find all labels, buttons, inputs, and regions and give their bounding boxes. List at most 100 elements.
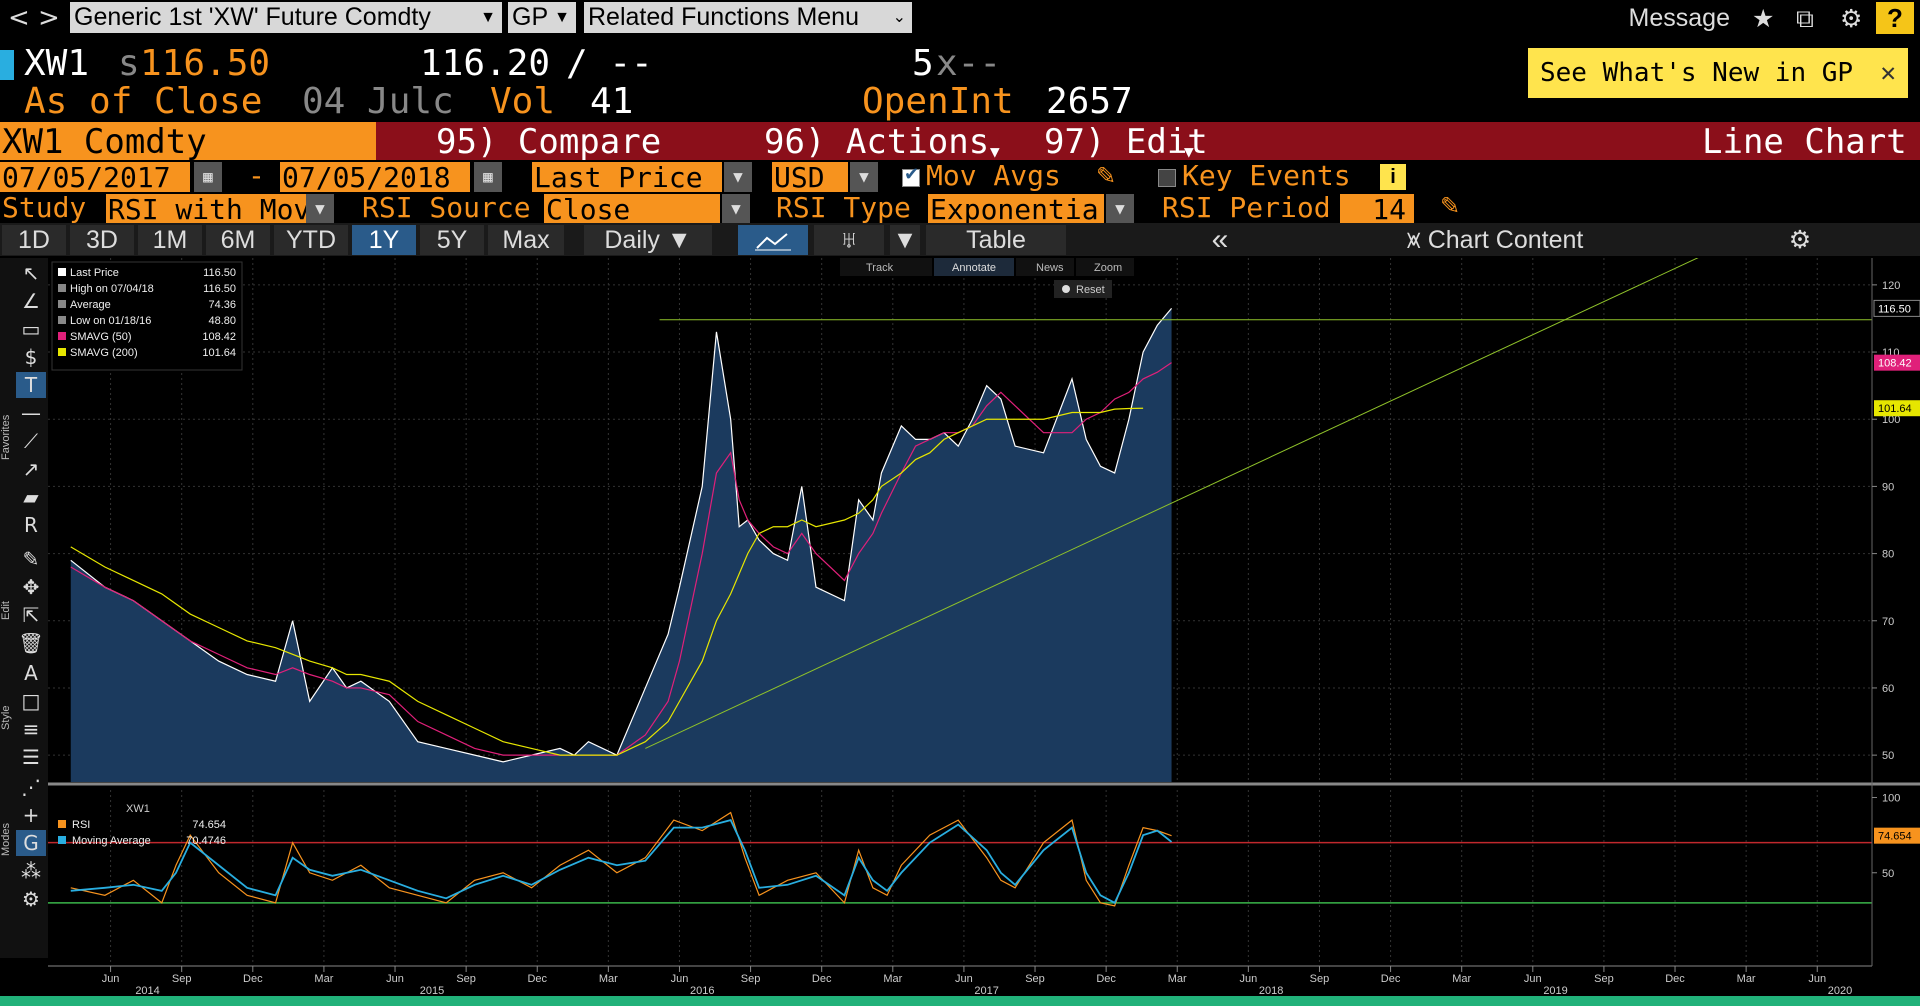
whats-new-banner[interactable]: See What's New in GP ✕ (1528, 48, 1908, 98)
snap-mode-icon[interactable]: G (16, 830, 46, 856)
chevron-down-icon[interactable]: ▼ (724, 162, 752, 192)
x-month-label: Jun (386, 973, 404, 985)
end-date-field[interactable]: 07/05/2018 (280, 162, 470, 192)
palette-icon[interactable]: ⁂ (16, 858, 46, 884)
legend-value: 74.36 (208, 299, 236, 311)
chevron-down-icon[interactable]: ▼ (850, 162, 878, 192)
status-strip (0, 996, 1920, 1006)
study-select[interactable]: RSI with Mov (106, 194, 306, 224)
trendline-icon[interactable]: ⟋ (16, 428, 46, 454)
collapse-panel-button[interactable]: « (1170, 225, 1270, 255)
last-value-label: 101.64 (1878, 403, 1912, 415)
field-select[interactable]: Last Price (532, 162, 722, 192)
chevron-down-icon: ▼ (480, 9, 496, 26)
tab-period-max[interactable]: Max (488, 225, 564, 255)
chevron-down-icon: ▼ (892, 226, 918, 254)
text-tool-icon[interactable]: T (16, 372, 46, 398)
trash-icon[interactable]: 🗑 (16, 630, 46, 656)
pencil-icon[interactable]: ✎ (1440, 192, 1460, 220)
rsi-period-label: RSI Period (1162, 191, 1331, 224)
key-events-checkbox[interactable] (1158, 169, 1176, 187)
info-icon[interactable]: i (1380, 164, 1406, 190)
tab-period-3d[interactable]: 3D (70, 225, 134, 255)
select-icon[interactable]: ⇱ (16, 602, 46, 628)
security-combo[interactable]: Generic 1st 'XW' Future Comdty ▼ (70, 2, 502, 33)
legend-swatch (58, 348, 66, 356)
chevron-down-icon[interactable]: ▼ (722, 194, 750, 224)
chevron-down-icon[interactable]: ▼ (306, 194, 334, 224)
chart-area[interactable]: Jun Sep Dec Mar Jun Sep Dec Mar Jun Sep Dec Mar Jun S… (48, 258, 1920, 996)
pencil-icon[interactable]: ✎ (1096, 162, 1116, 190)
related-functions-menu[interactable]: Related Functions Menu ⌄ (584, 2, 912, 33)
chevron-down-icon[interactable]: ▼ (1106, 194, 1134, 224)
toolbar-settings-gear-icon[interactable]: ⚙ (16, 886, 46, 912)
chevron-down-icon: ▼ (666, 226, 692, 254)
study-label: Study (2, 191, 87, 224)
calendar-icon[interactable]: ▦ (474, 162, 502, 192)
tab-period-1y[interactable]: 1Y (352, 225, 416, 255)
security-name[interactable]: XW1 Comdty (0, 122, 376, 162)
back-button[interactable]: < (8, 4, 30, 32)
mov-avgs-checkbox[interactable]: ✔ (902, 164, 920, 187)
crosshair-icon[interactable]: + (16, 802, 46, 828)
legend-value: 101.64 (202, 347, 236, 359)
x-month-label: Mar (314, 973, 333, 985)
line-width-icon[interactable]: ≡ (16, 716, 46, 742)
rsi-period-field[interactable]: 14 (1340, 194, 1414, 224)
channel-icon[interactable]: ▰ (16, 484, 46, 510)
table-button[interactable]: Table (926, 225, 1066, 255)
star-icon[interactable]: ★ (1752, 4, 1774, 33)
pointer-icon[interactable]: ↖ (16, 260, 46, 286)
size-x: x-- (936, 43, 1002, 84)
tab-period-ytd[interactable]: YTD (274, 225, 348, 255)
rsi-type-select[interactable]: Exponentia (928, 194, 1104, 224)
price-marker-icon[interactable]: $ (16, 344, 46, 370)
chart-style-dropdown[interactable]: ▼ (890, 225, 920, 255)
rsi-source-select[interactable]: Close (544, 194, 720, 224)
chart-settings-gear-icon[interactable]: ⚙ (1760, 225, 1840, 255)
chart-content-button[interactable]: ⩙ Chart Content (1370, 225, 1620, 255)
help-button[interactable]: ? (1876, 2, 1914, 34)
line-draw-icon[interactable]: ∠ (16, 288, 46, 314)
retracement-icon[interactable]: R (16, 512, 46, 538)
rsi-legend-label: RSI (72, 819, 90, 831)
calendar-icon[interactable]: ▦ (194, 162, 222, 192)
legend-label: High on 07/04/18 (70, 283, 154, 295)
price-legend: Last Price 116.50 High on 07/04/18 116.50 Av… (51, 261, 243, 371)
rsi-y-tick-label: 50 (1882, 868, 1894, 880)
fill-color-icon[interactable]: □ (16, 688, 46, 714)
tab-period-1d[interactable]: 1D (2, 225, 66, 255)
tab-period-5y[interactable]: 5Y (420, 225, 484, 255)
y-tick-label: 90 (1882, 481, 1894, 493)
forward-button[interactable]: > (38, 4, 60, 32)
dotted-line-icon[interactable]: ⋰ (16, 774, 46, 800)
x-month-label: Mar (1168, 973, 1187, 985)
line-style-icon[interactable]: ☰ (16, 744, 46, 770)
modes-label: Modes (0, 822, 12, 856)
horizontal-line-icon[interactable]: — (16, 400, 46, 426)
close-icon[interactable]: ✕ (1880, 48, 1896, 98)
tab-period-1m[interactable]: 1M (138, 225, 202, 255)
move-icon[interactable]: ✥ (16, 574, 46, 600)
pen-icon[interactable]: ✎ (16, 546, 46, 572)
ray-icon[interactable]: ↗ (16, 456, 46, 482)
compare-button[interactable]: 95) Compare (436, 122, 661, 162)
start-date-field[interactable]: 07/05/2017 (0, 162, 190, 192)
x-month-label: Dec (1381, 973, 1401, 985)
line-chart-toggle[interactable] (738, 225, 808, 255)
ticker: XW1 (24, 43, 90, 84)
tab-period-6m[interactable]: 6M (206, 225, 270, 255)
frequency-select[interactable]: Daily ▼ (584, 225, 712, 255)
function-combo[interactable]: GP ▼ (508, 2, 576, 33)
message-button[interactable]: Message (1629, 2, 1730, 34)
actions-button[interactable]: 96) Actions (764, 122, 989, 162)
last-value-label: 108.42 (1878, 358, 1912, 370)
price-prefix: s (118, 43, 140, 84)
popout-icon[interactable]: ⧉ (1796, 4, 1814, 34)
rectangle-icon[interactable]: ▭ (16, 316, 46, 342)
candle-chart-toggle[interactable]: ♅ (814, 225, 884, 255)
legend-value: 108.42 (202, 331, 236, 343)
gear-icon[interactable]: ⚙ (1840, 4, 1862, 33)
font-icon[interactable]: A (16, 660, 46, 686)
currency-select[interactable]: USD (772, 162, 848, 192)
